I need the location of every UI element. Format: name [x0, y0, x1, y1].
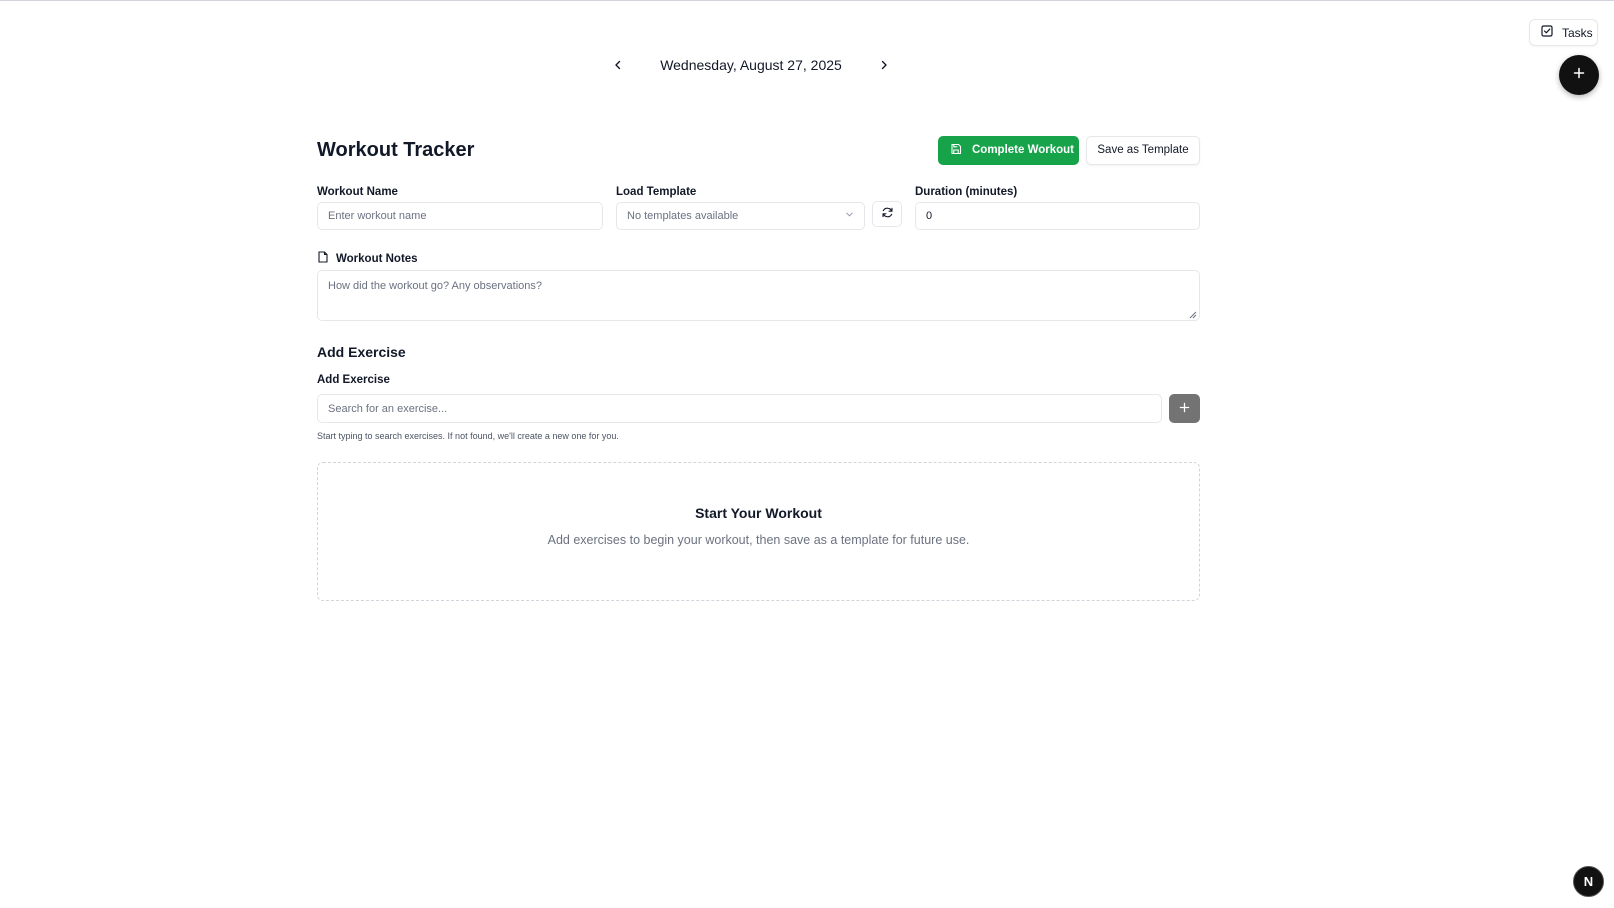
plus-icon	[1573, 66, 1585, 84]
chevron-down-icon	[845, 210, 854, 222]
workout-notes-label: Workout Notes	[336, 252, 418, 265]
current-date: Wednesday, August 27, 2025	[660, 57, 842, 73]
duration-value: 0	[926, 210, 933, 222]
dev-tools-badge[interactable]: N	[1573, 866, 1604, 897]
complete-workout-label: Complete Workout	[972, 144, 1075, 156]
workout-notes-placeholder: How did the workout go? Any observations…	[328, 280, 543, 292]
save-icon	[950, 143, 962, 158]
template-select-value: No templates available	[627, 210, 739, 222]
load-template-label: Load Template	[616, 186, 697, 198]
exercise-search-hint: Start typing to search exercises. If not…	[317, 431, 619, 441]
file-icon	[317, 251, 329, 266]
template-select[interactable]: No templates available	[616, 202, 865, 230]
workout-notes-textarea[interactable]: How did the workout go? Any observations…	[317, 270, 1200, 321]
add-exercise-label: Add Exercise	[317, 374, 390, 386]
refresh-templates-button[interactable]	[872, 201, 902, 227]
chevron-left-icon[interactable]	[606, 53, 630, 77]
chevron-right-icon[interactable]	[872, 53, 896, 77]
header-actions: Complete Workout Save as Template	[938, 135, 1200, 165]
workout-name-input[interactable]: Enter workout name	[317, 202, 603, 230]
header-row: Workout Tracker Complete Workout Save as…	[317, 135, 1200, 165]
workout-form-row: Workout Name Enter workout name Load Tem…	[317, 185, 1200, 231]
workout-name-placeholder: Enter workout name	[328, 210, 427, 222]
save-template-label: Save as Template	[1097, 144, 1189, 156]
add-floating-button[interactable]	[1559, 55, 1599, 95]
tasks-button[interactable]: Tasks	[1529, 19, 1598, 46]
empty-state-title: Start Your Workout	[695, 505, 822, 521]
save-template-button[interactable]: Save as Template	[1086, 135, 1200, 165]
workout-notes-heading: Workout Notes	[317, 251, 418, 266]
checkbox-icon	[1541, 25, 1553, 40]
workout-tracker-panel: Workout Tracker Complete Workout Save as…	[317, 135, 1200, 601]
refresh-icon	[881, 206, 894, 222]
resize-handle-icon[interactable]	[1189, 310, 1197, 319]
plus-icon	[1179, 400, 1190, 418]
duration-label: Duration (minutes)	[915, 186, 1018, 198]
add-exercise-button[interactable]	[1169, 394, 1200, 423]
empty-state-description: Add exercises to begin your workout, the…	[547, 533, 970, 547]
badge-letter: N	[1583, 874, 1594, 889]
tasks-label: Tasks	[1562, 25, 1593, 40]
empty-workout-state: Start Your Workout Add exercises to begi…	[317, 462, 1200, 601]
complete-workout-button[interactable]: Complete Workout	[938, 135, 1079, 165]
exercise-search-placeholder: Search for an exercise...	[328, 402, 448, 415]
date-navigator: Wednesday, August 27, 2025	[606, 52, 896, 78]
exercise-search-input[interactable]: Search for an exercise...	[317, 394, 1162, 423]
top-border	[0, 0, 1614, 1]
duration-input[interactable]: 0	[915, 202, 1200, 230]
add-exercise-section-title: Add Exercise	[317, 344, 406, 360]
workout-name-label: Workout Name	[317, 186, 398, 198]
page-title: Workout Tracker	[317, 138, 475, 161]
